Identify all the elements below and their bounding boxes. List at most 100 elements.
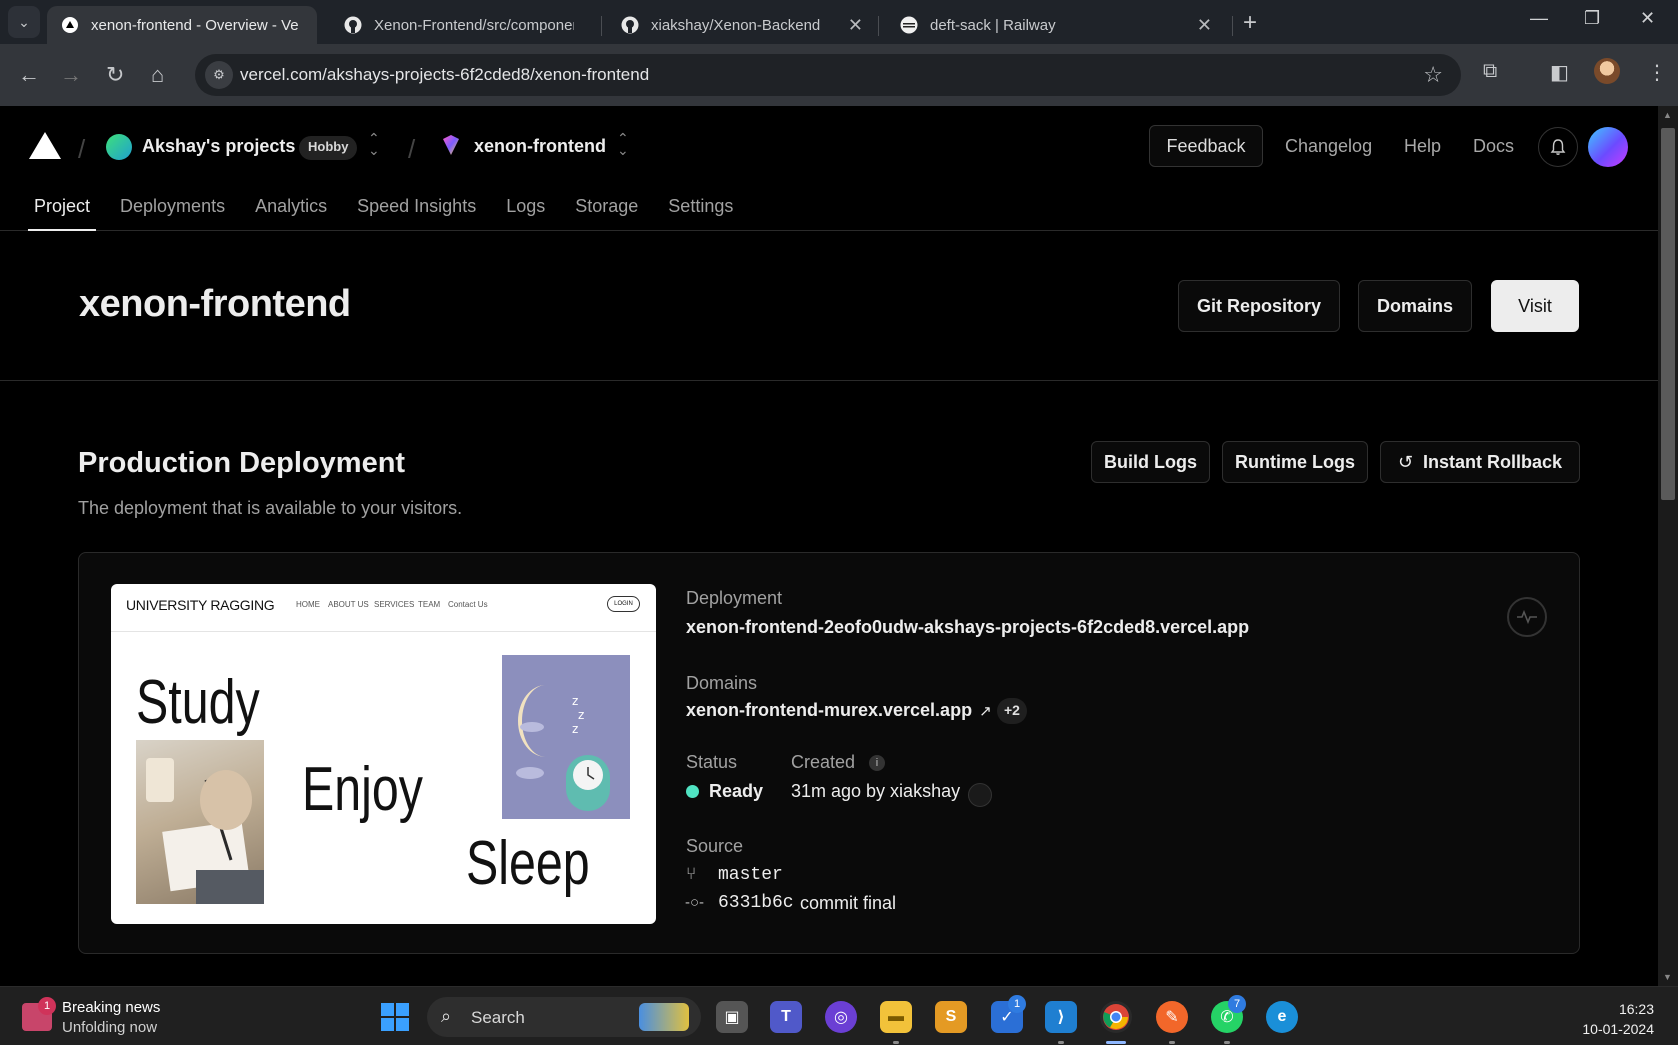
windows-taskbar: 1 Breaking news Unfolding now ⌕ Search ▣…	[0, 986, 1678, 1045]
notifications-bell-icon[interactable]	[1538, 127, 1578, 167]
browser-tab-railway[interactable]: deft-sack | Railway ✕	[886, 6, 1226, 44]
news-title[interactable]: Breaking news	[62, 999, 160, 1016]
browser-tab-github-backend[interactable]: xiakshay/Xenon-Backend ✕	[607, 6, 877, 44]
deployment-url-link[interactable]: xenon-frontend-2eofo0udw-akshays-project…	[686, 617, 1249, 638]
scroll-up-icon[interactable]: ▲	[1663, 110, 1672, 120]
news-badge: 1	[38, 997, 56, 1015]
scroll-down-icon[interactable]: ▼	[1663, 972, 1672, 982]
tab-project[interactable]: Project	[28, 192, 97, 231]
project-name[interactable]: xenon-frontend	[474, 136, 606, 157]
copilot-icon[interactable]: ◎	[825, 1001, 857, 1033]
status-dot	[686, 785, 699, 798]
forward-icon[interactable]: →	[60, 62, 82, 88]
creator-avatar	[968, 783, 992, 807]
domains-button[interactable]: Domains	[1358, 280, 1472, 332]
tab-settings[interactable]: Settings	[662, 192, 739, 231]
preview-nav-item: ABOUT US	[328, 600, 369, 609]
activity-pulse-icon[interactable]	[1507, 597, 1547, 637]
back-icon[interactable]: ←	[18, 62, 40, 88]
system-clock[interactable]: 16:23 10-01-2024	[1582, 999, 1654, 1039]
postman-icon[interactable]: ✎	[1156, 1001, 1188, 1033]
project-icon[interactable]	[440, 134, 462, 156]
address-bar[interactable]: ⚙ vercel.com/akshays-projects-6f2cded8/x…	[195, 54, 1461, 96]
info-icon[interactable]: i	[869, 755, 885, 771]
user-avatar[interactable]	[1588, 127, 1628, 167]
edge-icon[interactable]: e	[1266, 1001, 1298, 1033]
domain-link[interactable]: xenon-frontend-murex.vercel.app ↗	[686, 700, 992, 721]
scroll-thumb[interactable]	[1661, 128, 1675, 500]
docs-link[interactable]: Docs	[1473, 136, 1514, 157]
help-link[interactable]: Help	[1404, 136, 1441, 157]
news-subtitle[interactable]: Unfolding now	[62, 1019, 157, 1036]
rollback-icon: ↺	[1397, 451, 1414, 472]
browser-tab-github-frontend[interactable]: Xenon-Frontend/src/componen	[330, 6, 600, 44]
task-view-icon[interactable]: ▣	[716, 1001, 748, 1033]
branch-name[interactable]: master	[718, 865, 783, 885]
railway-icon	[900, 16, 918, 34]
page-scrollbar[interactable]: ▲ ▼	[1658, 106, 1678, 986]
preview-word-sleep: Sleep	[466, 829, 590, 898]
page-title: xenon-frontend	[79, 283, 351, 325]
taskbar-search[interactable]: ⌕ Search	[427, 997, 701, 1037]
team-switcher-chevron-icon[interactable]: ⌃ ⌄	[368, 131, 380, 157]
tab-separator	[601, 16, 602, 36]
commit-hash[interactable]: 6331b6c	[718, 893, 794, 913]
tab-deployments[interactable]: Deployments	[114, 192, 231, 231]
tab-title: xiakshay/Xenon-Backend	[651, 16, 821, 34]
site-info-icon[interactable]: ⚙	[205, 61, 233, 89]
browser-tab-vercel[interactable]: xenon-frontend - Overview - Ve	[47, 6, 317, 44]
url-text[interactable]: vercel.com/akshays-projects-6f2cded8/xen…	[240, 65, 649, 85]
deployment-label: Deployment	[686, 588, 783, 608]
team-avatar[interactable]	[106, 134, 132, 160]
build-logs-button[interactable]: Build Logs	[1091, 441, 1210, 483]
more-domains-badge[interactable]: +2	[997, 698, 1027, 724]
preview-login-button: LOGIN	[607, 596, 640, 612]
git-repository-button[interactable]: Git Repository	[1178, 280, 1340, 332]
project-subnav: Project Deployments Analytics Speed Insi…	[28, 192, 757, 231]
tab-title: Xenon-Frontend/src/componen	[374, 16, 574, 34]
browser-tab-strip: ⌄ xenon-frontend - Overview - Ve Xenon-F…	[0, 0, 1678, 44]
close-icon[interactable]: ✕	[1197, 15, 1212, 36]
runtime-logs-button[interactable]: Runtime Logs	[1222, 441, 1368, 483]
instant-rollback-button[interactable]: ↺ Instant Rollback	[1380, 441, 1580, 483]
browser-menu-icon[interactable]: ⋮	[1647, 60, 1667, 85]
file-explorer-icon[interactable]: ▬	[880, 1001, 912, 1033]
commit-message[interactable]: commit final	[800, 893, 896, 914]
sublime-text-icon[interactable]: S	[935, 1001, 967, 1033]
tab-title: deft-sack | Railway	[930, 16, 1056, 34]
restore-icon[interactable]: ❐	[1584, 8, 1600, 29]
new-tab-icon[interactable]: +	[1243, 9, 1257, 37]
bookmark-star-icon[interactable]: ☆	[1423, 62, 1443, 88]
tab-search-menu-button[interactable]: ⌄	[8, 6, 40, 38]
team-name[interactable]: Akshay's projects	[142, 136, 295, 157]
browser-profile-avatar[interactable]	[1594, 58, 1620, 84]
deployment-preview[interactable]: UNIVERSITY RAGGING HOME ABOUT US SERVICE…	[111, 584, 656, 924]
clock-time: 16:23	[1618, 1001, 1654, 1017]
window-close-icon[interactable]: ✕	[1640, 8, 1655, 29]
tab-title: xenon-frontend - Overview - Ve	[91, 16, 299, 34]
close-icon[interactable]: ✕	[848, 15, 863, 36]
tab-storage[interactable]: Storage	[569, 192, 644, 231]
vercel-logo-icon[interactable]	[29, 132, 61, 159]
windows-start-icon[interactable]	[381, 1003, 409, 1031]
tab-analytics[interactable]: Analytics	[249, 192, 333, 231]
side-panel-icon[interactable]: ◧	[1550, 60, 1569, 85]
minimize-icon[interactable]: —	[1530, 8, 1548, 29]
reload-icon[interactable]: ↻	[106, 62, 124, 88]
preview-brand: UNIVERSITY RAGGING	[126, 597, 275, 613]
created-label: Created	[791, 752, 856, 772]
vscode-icon[interactable]: ⟩	[1045, 1001, 1077, 1033]
extensions-icon[interactable]: ⧉	[1483, 60, 1497, 83]
chrome-icon[interactable]	[1100, 1001, 1132, 1033]
teams-icon[interactable]: T	[770, 1001, 802, 1033]
tab-logs[interactable]: Logs	[500, 192, 551, 231]
changelog-link[interactable]: Changelog	[1285, 136, 1372, 157]
preview-nav-item: SERVICES	[374, 600, 415, 609]
tab-speed-insights[interactable]: Speed Insights	[351, 192, 482, 231]
preview-nav-item: Contact Us	[448, 600, 488, 609]
visit-button[interactable]: Visit	[1491, 280, 1579, 332]
home-icon[interactable]: ⌂	[151, 62, 164, 88]
feedback-button[interactable]: Feedback	[1149, 125, 1263, 167]
domain-text: xenon-frontend-murex.vercel.app	[686, 700, 973, 720]
project-switcher-chevron-icon[interactable]: ⌃ ⌄	[617, 131, 629, 157]
